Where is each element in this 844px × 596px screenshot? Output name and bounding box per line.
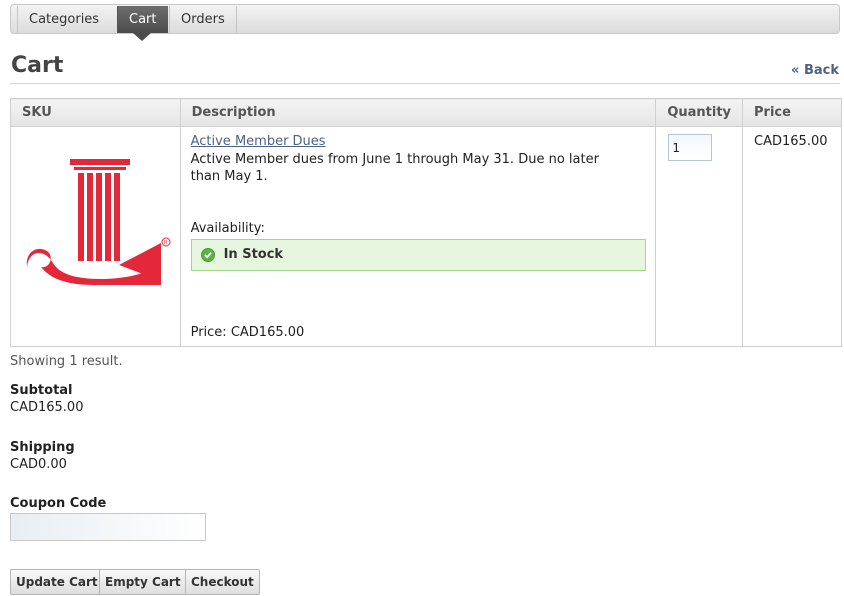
- subtotal-value: CAD165.00: [10, 400, 84, 415]
- product-description: Active Member dues from June 1 through M…: [190, 152, 599, 184]
- coupon-code-label: Coupon Code: [10, 496, 107, 511]
- tab-cart[interactable]: Cart: [117, 6, 168, 33]
- availability-label: Availability:: [190, 221, 265, 236]
- sku-cell: R: [10, 126, 181, 347]
- page-title: Cart: [11, 53, 64, 78]
- cart-page: Categories Cart Orders Cart « Back SKU D…: [0, 0, 844, 596]
- product-name-link[interactable]: Active Member Dues: [191, 134, 326, 149]
- column-header-description[interactable]: Description: [179, 98, 657, 127]
- product-price-line: Price: CAD165.00: [190, 325, 305, 340]
- shipping-label: Shipping: [10, 440, 75, 455]
- title-divider: [10, 83, 840, 84]
- top-nav: Categories Cart Orders: [10, 4, 840, 41]
- tab-orders[interactable]: Orders: [169, 6, 237, 33]
- table-row: R Active Member Dues Active Member dues …: [10, 126, 842, 347]
- column-header-quantity[interactable]: Quantity: [655, 98, 744, 127]
- update-cart-button[interactable]: Update Cart: [10, 569, 104, 595]
- stock-status-box: In Stock: [190, 239, 646, 271]
- coupon-code-input[interactable]: [10, 513, 206, 541]
- junior-league-logo-icon: R: [26, 159, 171, 285]
- quantity-input[interactable]: [668, 134, 713, 161]
- back-link[interactable]: « Back: [791, 63, 839, 78]
- column-header-price[interactable]: Price: [742, 98, 842, 127]
- quantity-cell: [655, 126, 744, 347]
- empty-cart-button[interactable]: Empty Cart: [99, 569, 187, 595]
- subtotal-label: Subtotal: [10, 383, 73, 398]
- svg-text:R: R: [164, 240, 168, 246]
- checkout-button[interactable]: Checkout: [185, 569, 260, 595]
- description-cell: Active Member Dues Active Member dues fr…: [179, 126, 657, 347]
- shipping-value: CAD0.00: [10, 457, 67, 472]
- cart-table: SKU Description Quantity Price R Active …: [10, 98, 842, 347]
- table-header-row: SKU Description Quantity Price: [10, 98, 842, 127]
- check-circle-icon: [200, 248, 215, 262]
- column-header-sku[interactable]: SKU: [10, 98, 181, 127]
- price-cell: CAD165.00: [742, 126, 842, 347]
- result-count: Showing 1 result.: [10, 354, 123, 369]
- active-tab-indicator: [133, 33, 151, 41]
- stock-status-text: In Stock: [223, 247, 284, 262]
- tab-categories[interactable]: Categories: [17, 6, 110, 33]
